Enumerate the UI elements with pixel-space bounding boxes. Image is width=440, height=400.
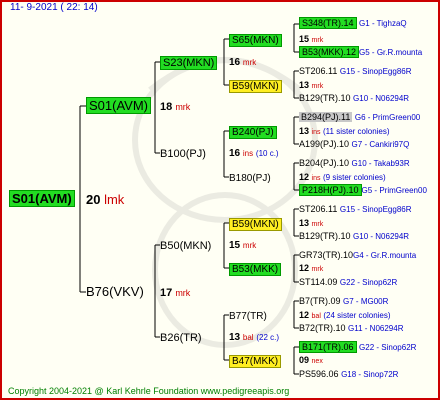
gen3-score-7: 12 bal (24 sister colonies) — [299, 310, 391, 320]
gen3-node-1[interactable]: S65(MKN) — [229, 32, 282, 47]
gen4-row-12[interactable]: ST114.09 G22 - Sinop62R — [299, 276, 397, 289]
gen3-score-2: 13 mrk — [299, 80, 324, 90]
gen3-node-7[interactable]: B77(TR) — [229, 308, 267, 323]
gen4-row-7[interactable]: B204(PJ).10 G10 - Takab93R — [299, 157, 410, 170]
gen4-row-9[interactable]: ST206.11 G15 - SinopEgg86R — [299, 203, 412, 216]
gen3-node-3[interactable]: B240(PJ) — [229, 124, 277, 139]
gen3-score-4: 12 ins (9 sister colonies) — [299, 172, 386, 182]
gen2-score-2: 16 ins (10 c.) — [229, 148, 279, 159]
root-name: S01(AVM) — [9, 190, 75, 207]
gen3-node-2[interactable]: B59(MKN) — [229, 78, 282, 93]
gen2-score-4: 13 bal (22 c.) — [229, 332, 280, 343]
gen3-node-8[interactable]: B47(MKK) — [229, 353, 282, 368]
gen3-node-4[interactable]: B180(PJ) — [229, 170, 271, 185]
gen3-score-8: 09 nex — [299, 355, 323, 365]
gen2-score-1: 16 mrk — [229, 57, 257, 68]
gen4-row-4[interactable]: B129(TR).10 G10 - N06294R — [299, 92, 409, 105]
gen4-row-14[interactable]: B72(TR).10 G11 - N06294R — [299, 322, 403, 335]
gen4-row-6[interactable]: A199(PJ).10 G7 - Cankiri97Q — [299, 138, 409, 151]
gen4-row-2[interactable]: B53(MKK).12 G5 - Gr.R.mounta — [299, 46, 422, 59]
gen2-node-3[interactable]: B50(MKN) — [160, 238, 211, 253]
gen3-score-1: 15 mrk — [299, 34, 324, 44]
gen3-score-6: 12 mrk — [299, 263, 324, 273]
gen1-score-1: 18 mrk — [160, 101, 191, 113]
gen4-row-10[interactable]: B129(TR).10 G10 - N06294R — [299, 230, 409, 243]
gen4-row-15[interactable]: B171(TR).06 G22 - Sinop62R — [299, 341, 416, 354]
copyright-footer: Copyright 2004-2021 @ Karl Kehrle Founda… — [8, 386, 290, 396]
gen2-node-4[interactable]: B26(TR) — [160, 330, 202, 345]
gen2-node-2[interactable]: B100(PJ) — [160, 146, 206, 161]
gen1-score-2: 17 mrk — [160, 287, 191, 299]
gen4-row-8[interactable]: P218H(PJ).10 G5 - PrimGreen00 — [299, 184, 427, 197]
gen4-row-11[interactable]: GR73(TR).10G4 - Gr.R.mounta — [299, 249, 416, 262]
gen1-node-2[interactable]: B76(VKV) — [86, 285, 144, 298]
gen4-row-1[interactable]: S348(TR).14 G1 - TighzaQ — [299, 17, 407, 30]
gen3-score-5: 13 mrk — [299, 218, 324, 228]
gen2-node-1[interactable]: S23(MKN) — [160, 55, 218, 70]
gen4-row-5[interactable]: B294(PJ).11 G6 - PrimGreen00 — [299, 111, 420, 124]
gen2-score-3: 15 mrk — [229, 240, 257, 251]
gen3-score-3: 13 ins (11 sister colonies) — [299, 126, 390, 136]
gen3-node-6[interactable]: B53(MKK) — [229, 261, 282, 276]
gen1-node-1[interactable]: S01(AVM) — [86, 97, 151, 114]
root-node[interactable]: S01(AVM) — [9, 190, 75, 207]
gen4-row-3[interactable]: ST206.11 G15 - SinopEgg86R — [299, 65, 412, 78]
report-date: 11- 9-2021 ( 22: 14) — [10, 2, 98, 13]
root-score: 20 lmk — [86, 192, 125, 207]
gen4-row-13[interactable]: B7(TR).09 G7 - MG00R — [299, 295, 388, 308]
gen3-node-5[interactable]: B59(MKN) — [229, 216, 282, 231]
gen4-row-16[interactable]: PS596.06 G18 - Sinop72R — [299, 368, 398, 381]
